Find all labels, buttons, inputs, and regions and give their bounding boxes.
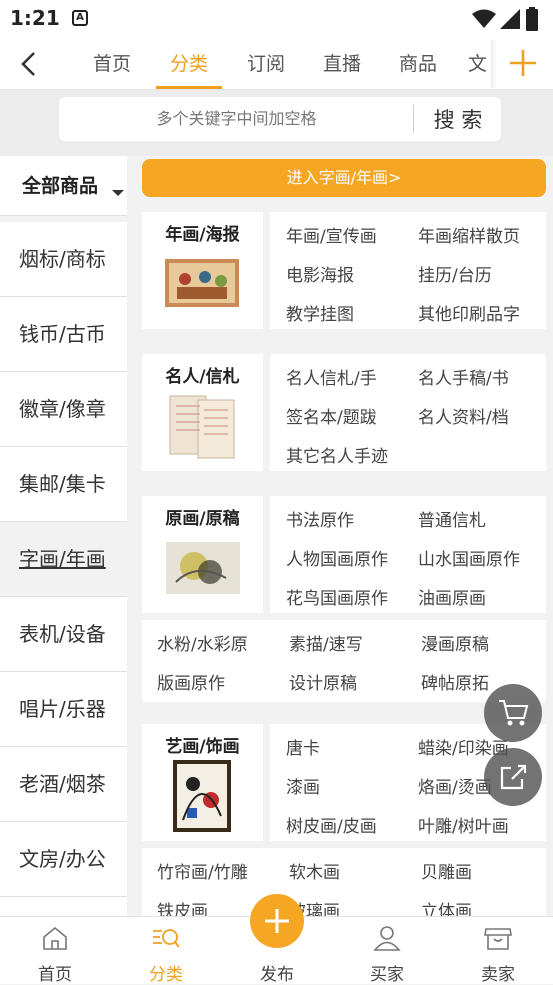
section-title: 年画/海报 xyxy=(165,225,240,245)
category-link[interactable]: 名人信札/手 xyxy=(286,364,377,389)
cart-float-button[interactable] xyxy=(484,684,542,742)
category-link[interactable]: 叶雕/树叶画 xyxy=(418,812,509,837)
sidebar-item-badges[interactable]: 徽章/像章 xyxy=(0,372,127,447)
sidebar-item-watches[interactable]: 表机/设备 xyxy=(0,597,127,672)
section-links: 名人信札/手 名人手稿/书 签名本/题跋 名人资料/档 其它名人手迹 xyxy=(270,354,546,471)
cart-icon xyxy=(499,700,529,726)
category-link[interactable]: 挂历/台历 xyxy=(418,261,492,286)
category-link[interactable]: 花鸟国画原作 xyxy=(286,584,388,609)
share-float-button[interactable] xyxy=(484,748,542,806)
section-title: 艺画/饰画 xyxy=(165,737,240,757)
new-year-painting-thumbnail xyxy=(165,259,239,307)
active-tab-indicator xyxy=(156,86,222,89)
plus-icon xyxy=(265,909,289,933)
search-box: 多个关键字中间加空格 搜 索 xyxy=(59,97,501,141)
category-link[interactable]: 唐卡 xyxy=(286,734,320,759)
category-link[interactable]: 烙画/烫画 xyxy=(418,773,492,798)
search-button[interactable]: 搜 索 xyxy=(415,97,501,141)
tab-goods[interactable]: 商品 xyxy=(388,38,448,90)
status-bar: 1:21 A xyxy=(0,0,553,38)
share-icon xyxy=(500,764,527,790)
category-link[interactable]: 人物国画原作 xyxy=(286,545,388,570)
tab-fade-divider xyxy=(491,40,497,88)
section-extra-links: 竹帘画/竹雕 软木画 贝雕画 铁皮画 玻璃画 立体画 xyxy=(142,848,546,916)
sidebar-item-paintings[interactable]: 字画/年画 xyxy=(0,522,127,597)
section-card-image[interactable]: 艺画/饰画 xyxy=(142,724,263,841)
category-link[interactable]: 书法原作 xyxy=(286,506,354,531)
bottom-nav-seller[interactable]: 卖家 xyxy=(458,960,538,985)
section-links: 年画/宣传画 年画缩样散页 电影海报 挂历/台历 教学挂图 其他印刷品字 xyxy=(270,212,546,329)
wifi-icon xyxy=(472,9,496,28)
add-icon[interactable] xyxy=(508,48,538,78)
search-divider xyxy=(413,105,414,133)
category-link[interactable]: 其它名人手迹 xyxy=(286,442,388,467)
tab-subscribe[interactable]: 订阅 xyxy=(236,38,296,90)
chevron-down-icon xyxy=(112,190,124,196)
category-link[interactable]: 水粉/水彩原 xyxy=(157,630,248,655)
category-link[interactable]: 铁皮画 xyxy=(157,897,208,916)
search-input[interactable]: 多个关键字中间加空格 xyxy=(59,97,414,141)
bottom-nav-home[interactable]: 首页 xyxy=(15,960,95,985)
category-link[interactable]: 漫画原稿 xyxy=(421,630,489,655)
tab-live[interactable]: 直播 xyxy=(312,38,372,90)
buyer-icon[interactable] xyxy=(373,925,401,951)
category-link[interactable]: 其他印刷品字 xyxy=(418,300,520,325)
category-link[interactable]: 签名本/题跋 xyxy=(286,403,377,428)
sidebar-item-stamps[interactable]: 集邮/集卡 xyxy=(0,447,127,522)
section-card-image[interactable]: 原画/原稿 xyxy=(142,496,263,613)
category-link[interactable]: 竹帘画/竹雕 xyxy=(157,858,248,883)
category-link[interactable]: 素描/速写 xyxy=(289,630,363,655)
status-time: 1:21 xyxy=(10,6,60,30)
letter-manuscript-thumbnail xyxy=(169,395,235,459)
category-link[interactable]: 设计原稿 xyxy=(289,669,357,694)
section-title: 原画/原稿 xyxy=(165,509,240,529)
section-card-image[interactable]: 年画/海报 xyxy=(142,212,263,329)
signal-icon xyxy=(500,9,520,29)
publish-button[interactable] xyxy=(250,894,304,948)
category-link[interactable]: 山水国画原作 xyxy=(418,545,520,570)
category-link[interactable]: 软木画 xyxy=(289,858,340,883)
enter-category-banner[interactable]: 进入字画/年画> xyxy=(142,159,546,197)
category-link[interactable]: 碑帖原拓 xyxy=(421,669,489,694)
category-link[interactable]: 树皮画/皮画 xyxy=(286,812,377,837)
category-link[interactable]: 版画原作 xyxy=(157,669,225,694)
battery-icon xyxy=(526,7,538,31)
bottom-nav-category[interactable]: 分类 xyxy=(126,960,206,985)
sidebar-item-coins[interactable]: 钱币/古币 xyxy=(0,297,127,372)
category-link[interactable]: 电影海报 xyxy=(286,261,354,286)
section-extra-links: 水粉/水彩原 素描/速写 漫画原稿 版画原作 设计原稿 碑帖原拓 xyxy=(142,620,546,702)
back-arrow-icon[interactable] xyxy=(18,51,40,77)
tab-more[interactable]: 文 xyxy=(468,38,490,90)
category-link[interactable]: 年画缩样散页 xyxy=(418,222,520,247)
sidebar-item-stationery[interactable]: 文房/办公 xyxy=(0,822,127,897)
decorative-painting-thumbnail xyxy=(173,760,231,832)
category-link[interactable]: 漆画 xyxy=(286,773,320,798)
category-link[interactable]: 普通信札 xyxy=(418,506,486,531)
category-link[interactable]: 名人资料/档 xyxy=(418,403,509,428)
sim-badge-icon: A xyxy=(72,10,88,26)
home-icon[interactable] xyxy=(41,925,69,951)
category-link[interactable]: 贝雕画 xyxy=(421,858,472,883)
category-link[interactable]: 年画/宣传画 xyxy=(286,222,377,247)
category-search-icon[interactable] xyxy=(151,925,181,951)
tab-home[interactable]: 首页 xyxy=(82,38,142,90)
section-links: 书法原作 普通信札 人物国画原作 山水国画原作 花鸟国画原作 油画原画 xyxy=(270,496,546,613)
category-link[interactable]: 教学挂图 xyxy=(286,300,354,325)
section-card-image[interactable]: 名人/信札 xyxy=(142,354,263,471)
all-goods-dropdown[interactable]: 全部商品 xyxy=(0,156,127,216)
category-link[interactable]: 名人手稿/书 xyxy=(418,364,509,389)
bottom-nav-buyer[interactable]: 买家 xyxy=(347,960,427,985)
bottom-nav-publish[interactable]: 发布 xyxy=(237,960,317,985)
sidebar-item-liquor[interactable]: 老酒/烟茶 xyxy=(0,747,127,822)
sidebar-item-cigarette-labels[interactable]: 烟标/商标 xyxy=(0,222,127,297)
category-link[interactable]: 油画原画 xyxy=(418,584,486,609)
section-title: 名人/信札 xyxy=(165,367,240,387)
original-painting-thumbnail xyxy=(166,542,240,594)
sidebar-item-records[interactable]: 唱片/乐器 xyxy=(0,672,127,747)
seller-store-icon[interactable] xyxy=(483,925,513,951)
category-link[interactable]: 立体画 xyxy=(421,897,472,916)
tab-category[interactable]: 分类 xyxy=(159,38,219,90)
